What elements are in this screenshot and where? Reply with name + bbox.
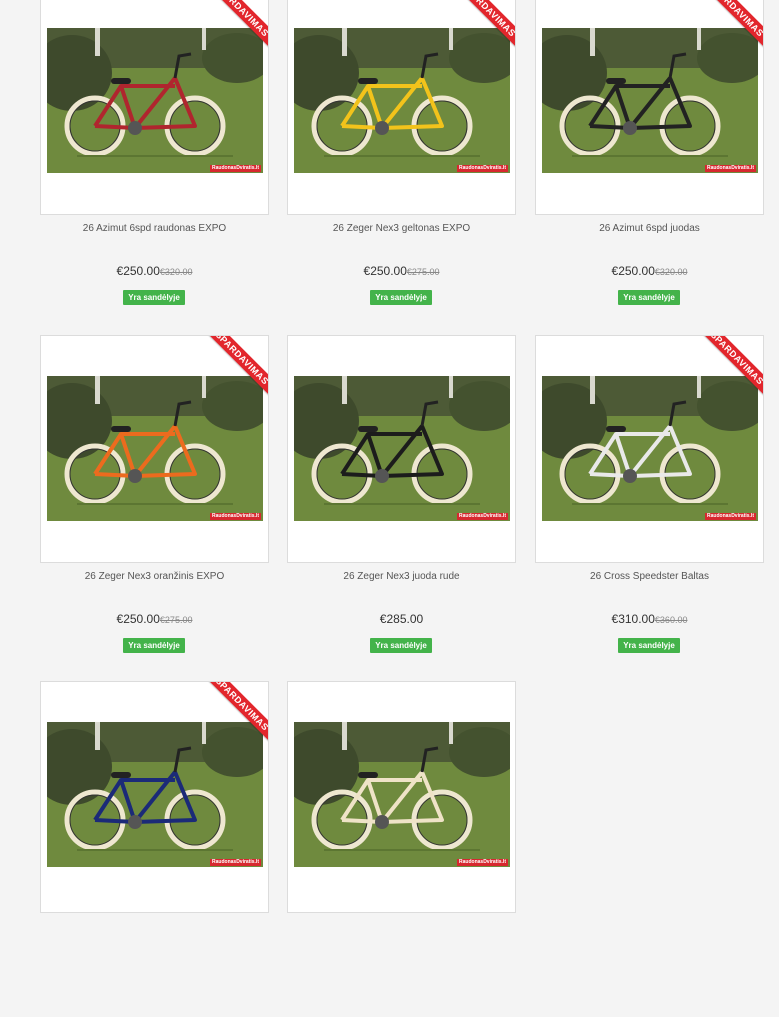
product-title[interactable]: 26 Azimut 6spd raudonas EXPO <box>40 223 269 234</box>
price-row: €310.00€360.00 <box>535 610 764 628</box>
old-price: €320.00 <box>159 267 193 277</box>
product-image-box[interactable]: RaudonasDviratis.lt IŠPARDAVIMAS <box>40 335 269 563</box>
product-title[interactable]: 26 Zeger Nex3 oranžinis EXPO <box>40 571 269 582</box>
product-photo[interactable]: RaudonasDviratis.lt <box>294 28 510 173</box>
price-row: €285.00 <box>287 610 516 628</box>
stock-badge: Yra sandėlyje <box>123 638 185 653</box>
watermark: RaudonasDviratis.lt <box>457 859 508 866</box>
product-card[interactable]: RaudonasDviratis.lt IŠPARDAVIMAS 26 Azim… <box>40 0 269 323</box>
product-card[interactable]: RaudonasDviratis.lt IŠPARDAVIMAS 26 Zege… <box>40 335 269 671</box>
product-photo[interactable]: RaudonasDviratis.lt <box>294 376 510 521</box>
product-card[interactable]: RaudonasDviratis.lt IŠPARDAVIMAS 26 Azim… <box>535 0 764 323</box>
stock-badge: Yra sandėlyje <box>123 290 185 305</box>
stock-badge: Yra sandėlyje <box>370 290 432 305</box>
product-card[interactable]: RaudonasDviratis.lt <box>287 681 516 1017</box>
price-row: €250.00€275.00 <box>287 262 516 280</box>
product-card[interactable]: RaudonasDviratis.lt IŠPARDAVIMAS 26 Zege… <box>287 0 516 323</box>
product-title[interactable]: 26 Zeger Nex3 geltonas EXPO <box>287 223 516 234</box>
product-price: €310.00 <box>611 612 655 626</box>
product-image-box[interactable]: RaudonasDviratis.lt <box>287 335 516 563</box>
product-image-box[interactable]: RaudonasDviratis.lt IŠPARDAVIMAS <box>535 0 764 215</box>
stock-badge: Yra sandėlyje <box>370 638 432 653</box>
product-image-box[interactable]: RaudonasDviratis.lt IŠPARDAVIMAS <box>40 0 269 215</box>
watermark: RaudonasDviratis.lt <box>705 513 756 520</box>
watermark: RaudonasDviratis.lt <box>210 859 261 866</box>
product-title[interactable]: 26 Zeger Nex3 juoda rude <box>287 571 516 582</box>
product-price: €285.00 <box>379 612 424 626</box>
product-photo[interactable]: RaudonasDviratis.lt <box>542 376 758 521</box>
watermark: RaudonasDviratis.lt <box>457 513 508 520</box>
watermark: RaudonasDviratis.lt <box>210 513 261 520</box>
old-price: €360.00 <box>654 615 688 625</box>
watermark: RaudonasDviratis.lt <box>457 165 508 172</box>
watermark: RaudonasDviratis.lt <box>705 165 756 172</box>
product-title[interactable]: 26 Cross Speedster Baltas <box>535 571 764 582</box>
old-price: €320.00 <box>654 267 688 277</box>
price-row: €250.00€320.00 <box>535 262 764 280</box>
product-photo[interactable]: RaudonasDviratis.lt <box>47 722 263 867</box>
product-price: €250.00 <box>116 612 160 626</box>
product-photo[interactable]: RaudonasDviratis.lt <box>542 28 758 173</box>
stock-badge: Yra sandėlyje <box>618 290 680 305</box>
product-image-box[interactable]: RaudonasDviratis.lt IŠPARDAVIMAS <box>40 681 269 913</box>
watermark: RaudonasDviratis.lt <box>210 165 261 172</box>
product-price: €250.00 <box>116 264 160 278</box>
product-photo[interactable]: RaudonasDviratis.lt <box>47 28 263 173</box>
price-row: €250.00€320.00 <box>40 262 269 280</box>
old-price: €275.00 <box>159 615 193 625</box>
old-price: €275.00 <box>406 267 440 277</box>
product-title[interactable]: 26 Azimut 6spd juodas <box>535 223 764 234</box>
product-image-box[interactable]: RaudonasDviratis.lt IŠPARDAVIMAS <box>535 335 764 563</box>
product-image-box[interactable]: RaudonasDviratis.lt <box>287 681 516 913</box>
product-card[interactable]: RaudonasDviratis.lt 26 Zeger Nex3 juoda … <box>287 335 516 671</box>
product-card[interactable]: RaudonasDviratis.lt IŠPARDAVIMAS 26 Cros… <box>535 335 764 671</box>
price-row: €250.00€275.00 <box>40 610 269 628</box>
product-price: €250.00 <box>611 264 655 278</box>
stock-badge: Yra sandėlyje <box>618 638 680 653</box>
product-price: €250.00 <box>363 264 407 278</box>
product-image-box[interactable]: RaudonasDviratis.lt IŠPARDAVIMAS <box>287 0 516 215</box>
product-card[interactable]: RaudonasDviratis.lt IŠPARDAVIMAS <box>40 681 269 1017</box>
product-photo[interactable]: RaudonasDviratis.lt <box>47 376 263 521</box>
product-photo[interactable]: RaudonasDviratis.lt <box>294 722 510 867</box>
